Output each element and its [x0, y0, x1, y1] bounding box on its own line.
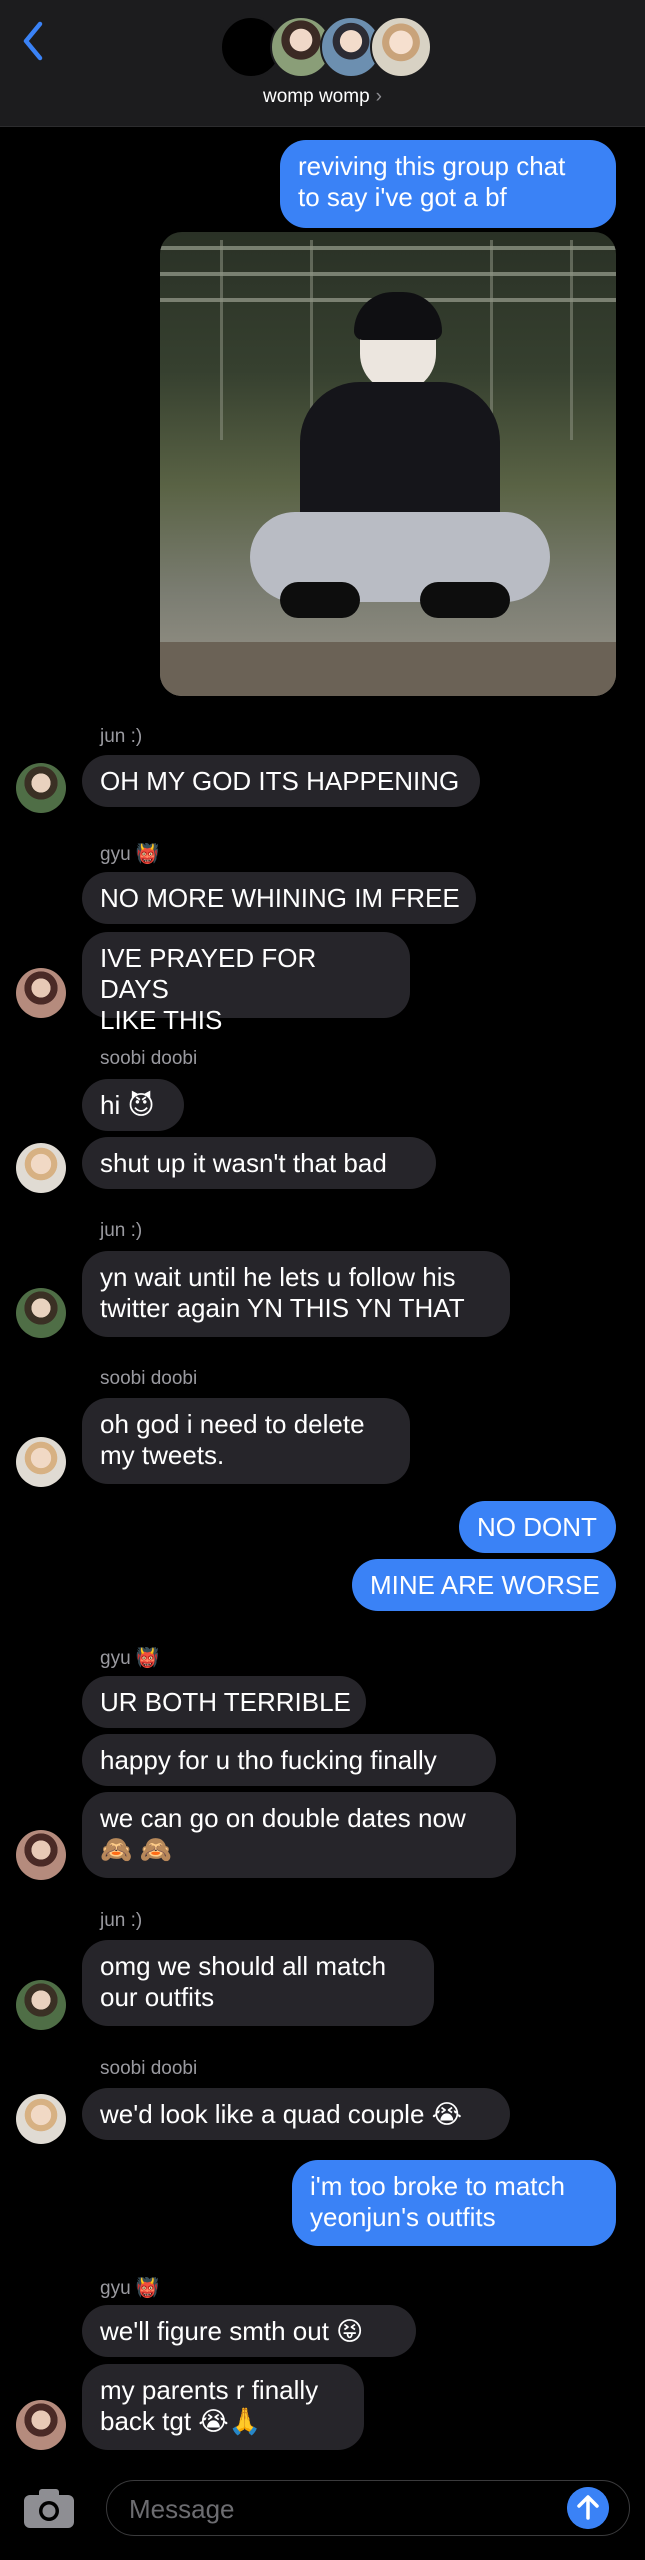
- received-message-bubble[interactable]: my parents r finally back tgt 😭🙏: [82, 2364, 364, 2450]
- received-message-bubble[interactable]: hi 😈: [82, 1079, 184, 1131]
- group-avatars[interactable]: [220, 16, 432, 82]
- sender-name: gyu 👹: [100, 844, 160, 865]
- group-name[interactable]: womp womp ›: [0, 86, 645, 108]
- avatar[interactable]: [16, 1980, 66, 2030]
- avatar[interactable]: [16, 1288, 66, 1338]
- avatar[interactable]: [16, 968, 66, 1018]
- camera-icon[interactable]: [22, 2486, 76, 2530]
- sent-message-bubble[interactable]: reviving this group chat to say i've got…: [280, 140, 616, 228]
- received-message-bubble[interactable]: we can go on double dates now 🙈 🙈: [82, 1792, 516, 1878]
- sender-name: jun :): [100, 1220, 143, 1241]
- sender-name: gyu 👹: [100, 1648, 160, 1669]
- message-input[interactable]: [127, 2489, 551, 2529]
- sender-name: gyu 👹: [100, 2278, 160, 2299]
- chevron-right-icon: ›: [375, 86, 382, 107]
- sender-name: jun :): [100, 726, 143, 747]
- sender-name: soobi doobi: [100, 2058, 198, 2079]
- received-message-bubble[interactable]: IVE PRAYED FOR DAYS LIKE THIS: [82, 932, 410, 1035]
- back-chevron-icon[interactable]: [18, 18, 48, 64]
- send-arrow-icon[interactable]: [567, 2487, 609, 2529]
- received-message-bubble[interactable]: shut up it wasn't that bad: [82, 1137, 436, 1189]
- received-message-bubble[interactable]: we'll figure smth out 😝: [82, 2305, 416, 2357]
- group-name-label: womp womp: [263, 86, 370, 107]
- sender-name: soobi doobi: [100, 1048, 198, 1069]
- received-message-bubble[interactable]: oh god i need to delete my tweets.: [82, 1398, 410, 1484]
- received-message-bubble[interactable]: we'd look like a quad couple 😭: [82, 2088, 510, 2140]
- sent-message-bubble[interactable]: NO DONT: [459, 1501, 616, 1553]
- sender-name: soobi doobi: [100, 1368, 198, 1389]
- sent-message-bubble[interactable]: MINE ARE WORSE: [352, 1559, 616, 1611]
- sender-name: jun :): [100, 1910, 143, 1931]
- received-message-bubble[interactable]: NO MORE WHINING IM FREE: [82, 872, 476, 924]
- conversation-header: womp womp ›: [0, 0, 645, 127]
- message-field[interactable]: [106, 2480, 630, 2536]
- avatar[interactable]: [16, 1143, 66, 1193]
- received-message-bubble[interactable]: OH MY GOD ITS HAPPENING: [82, 755, 480, 807]
- received-message-bubble[interactable]: omg we should all match our outfits: [82, 1940, 434, 2026]
- avatar[interactable]: [16, 1830, 66, 1880]
- received-message-bubble[interactable]: happy for u tho fucking finally: [82, 1734, 496, 1786]
- avatar[interactable]: [16, 763, 66, 813]
- sent-message-bubble[interactable]: i'm too broke to match yeonjun's outfits: [292, 2160, 616, 2246]
- group-avatar: [370, 16, 432, 78]
- avatar[interactable]: [16, 2094, 66, 2144]
- received-message-bubble[interactable]: UR BOTH TERRIBLE: [82, 1676, 366, 1728]
- avatar[interactable]: [16, 2400, 66, 2450]
- message-input-bar: [0, 2468, 645, 2560]
- avatar[interactable]: [16, 1437, 66, 1487]
- sent-photo[interactable]: [160, 232, 616, 696]
- received-message-bubble[interactable]: yn wait until he lets u follow his twitt…: [82, 1251, 510, 1337]
